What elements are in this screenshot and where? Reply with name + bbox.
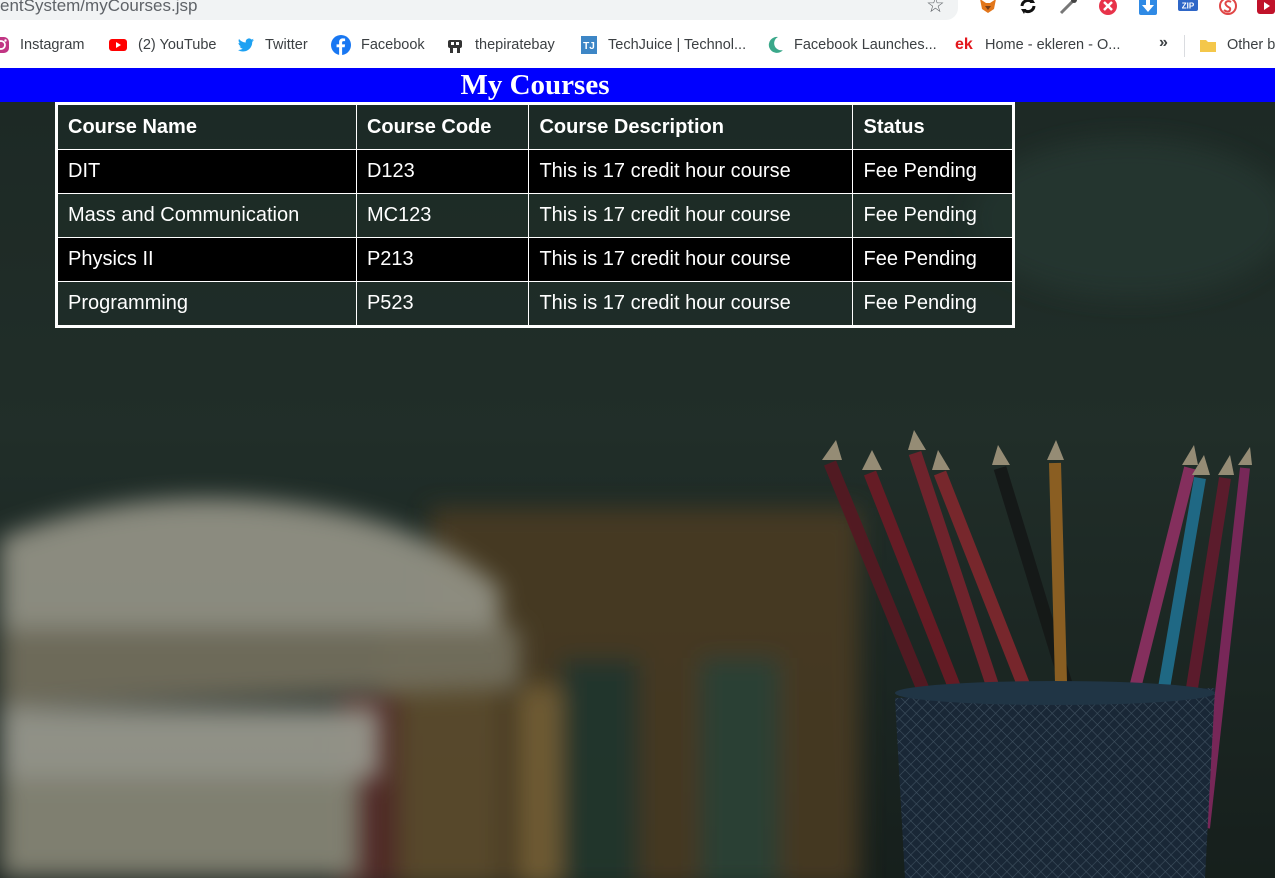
course-name-cell: DIT	[56, 149, 357, 194]
course-description-cell: This is 17 credit hour course	[528, 237, 854, 282]
table-row: Programming P523 This is 17 credit hour …	[56, 281, 1014, 327]
bookmark-instagram[interactable]: Instagram	[0, 34, 84, 56]
table-row: Physics II P213 This is 17 credit hour c…	[56, 237, 1014, 282]
page-title: My Courses	[460, 69, 610, 101]
address-bar: entSystem/myCourses.jsp ☆ ZIP	[0, 0, 1275, 22]
column-header-course-description: Course Description	[528, 103, 854, 150]
bookmark-label: Facebook	[361, 37, 425, 53]
table-header-row: Course Name Course Code Course Descripti…	[56, 103, 1014, 150]
status-cell: Fee Pending	[852, 237, 1014, 282]
course-description-cell: This is 17 credit hour course	[528, 149, 854, 194]
course-code-cell: D123	[355, 149, 530, 194]
bookmark-facebook[interactable]: Facebook	[331, 34, 425, 56]
youtube-icon	[109, 39, 127, 51]
fox-extension-icon[interactable]	[978, 0, 998, 16]
bookmark-label: Instagram	[20, 37, 85, 53]
instagram-icon	[0, 37, 9, 53]
pirate-icon	[448, 40, 462, 53]
page-header-bar: My Courses	[0, 68, 1275, 102]
sync-extension-icon[interactable]	[1018, 0, 1038, 16]
eyedropper-extension-icon[interactable]	[1058, 0, 1078, 16]
courses-table: Course Name Course Code Course Descripti…	[55, 102, 1015, 328]
status-cell: Fee Pending	[852, 149, 1014, 194]
page-content: My Courses Course Name Course Code Cours…	[0, 68, 1275, 878]
bookmark-label: Facebook Launches...	[794, 37, 937, 53]
bookmarks-bar: Instagram (2) YouTube Twitter Facebook t…	[0, 22, 1275, 69]
bookmark-thepiratebay[interactable]: thepiratebay	[445, 34, 555, 56]
zip-label: ZIP	[1182, 2, 1195, 11]
blocker-extension-icon[interactable]	[1098, 0, 1118, 16]
twitter-icon	[238, 38, 254, 52]
s-extension-icon[interactable]	[1218, 0, 1238, 16]
bookmark-twitter[interactable]: Twitter	[237, 34, 308, 56]
table-row: Mass and Communication MC123 This is 17 …	[56, 193, 1014, 238]
bookmark-label: thepiratebay	[475, 37, 555, 53]
bookmark-label: Home - ekleren - O...	[985, 37, 1121, 53]
status-cell: Fee Pending	[852, 193, 1014, 238]
bookmark-label: Other b	[1227, 37, 1275, 53]
status-cell: Fee Pending	[852, 281, 1014, 327]
bookmark-label: Twitter	[265, 37, 308, 53]
column-header-status: Status	[852, 103, 1014, 150]
course-name-cell: Mass and Communication	[56, 193, 357, 238]
bookmark-label: (2) YouTube	[138, 37, 217, 53]
bookmark-star-icon[interactable]: ☆	[926, 0, 945, 17]
download-extension-icon[interactable]	[1138, 0, 1158, 16]
bookmark-facebook-launches[interactable]: Facebook Launches...	[766, 34, 937, 56]
table-row: DIT D123 This is 17 credit hour course F…	[56, 149, 1014, 194]
column-header-course-name: Course Name	[56, 103, 357, 150]
bookmark-label: TechJuice | Technol...	[608, 37, 747, 53]
column-header-course-code: Course Code	[355, 103, 530, 150]
techjuice-icon: TJ	[581, 36, 597, 54]
url-field[interactable]: entSystem/myCourses.jsp ☆	[0, 0, 958, 20]
bookmark-techjuice[interactable]: TJ TechJuice | Technol...	[580, 34, 746, 56]
folder-icon	[1200, 40, 1216, 52]
bookmarks-divider	[1184, 35, 1185, 57]
ek-icon: ek	[955, 36, 973, 53]
url-text[interactable]: entSystem/myCourses.jsp	[0, 0, 197, 16]
course-name-cell: Physics II	[56, 237, 357, 282]
course-code-cell: P523	[355, 281, 530, 327]
media-extension-icon[interactable]	[1256, 0, 1275, 16]
course-code-cell: P213	[355, 237, 530, 282]
course-description-cell: This is 17 credit hour course	[528, 193, 854, 238]
svg-text:TJ: TJ	[583, 41, 595, 52]
zip-extension-icon[interactable]: ZIP	[1178, 0, 1198, 16]
course-name-cell: Programming	[56, 281, 357, 327]
bookmark-other[interactable]: Other b	[1199, 34, 1275, 56]
bookmarks-overflow-button[interactable]: »	[1159, 34, 1168, 52]
course-description-cell: This is 17 credit hour course	[528, 281, 854, 327]
moon-icon	[768, 36, 783, 53]
bookmark-youtube[interactable]: (2) YouTube	[108, 34, 216, 56]
facebook-icon	[331, 35, 351, 55]
course-code-cell: MC123	[355, 193, 530, 238]
bookmark-ekleren[interactable]: ek Home - ekleren - O...	[955, 34, 1120, 56]
